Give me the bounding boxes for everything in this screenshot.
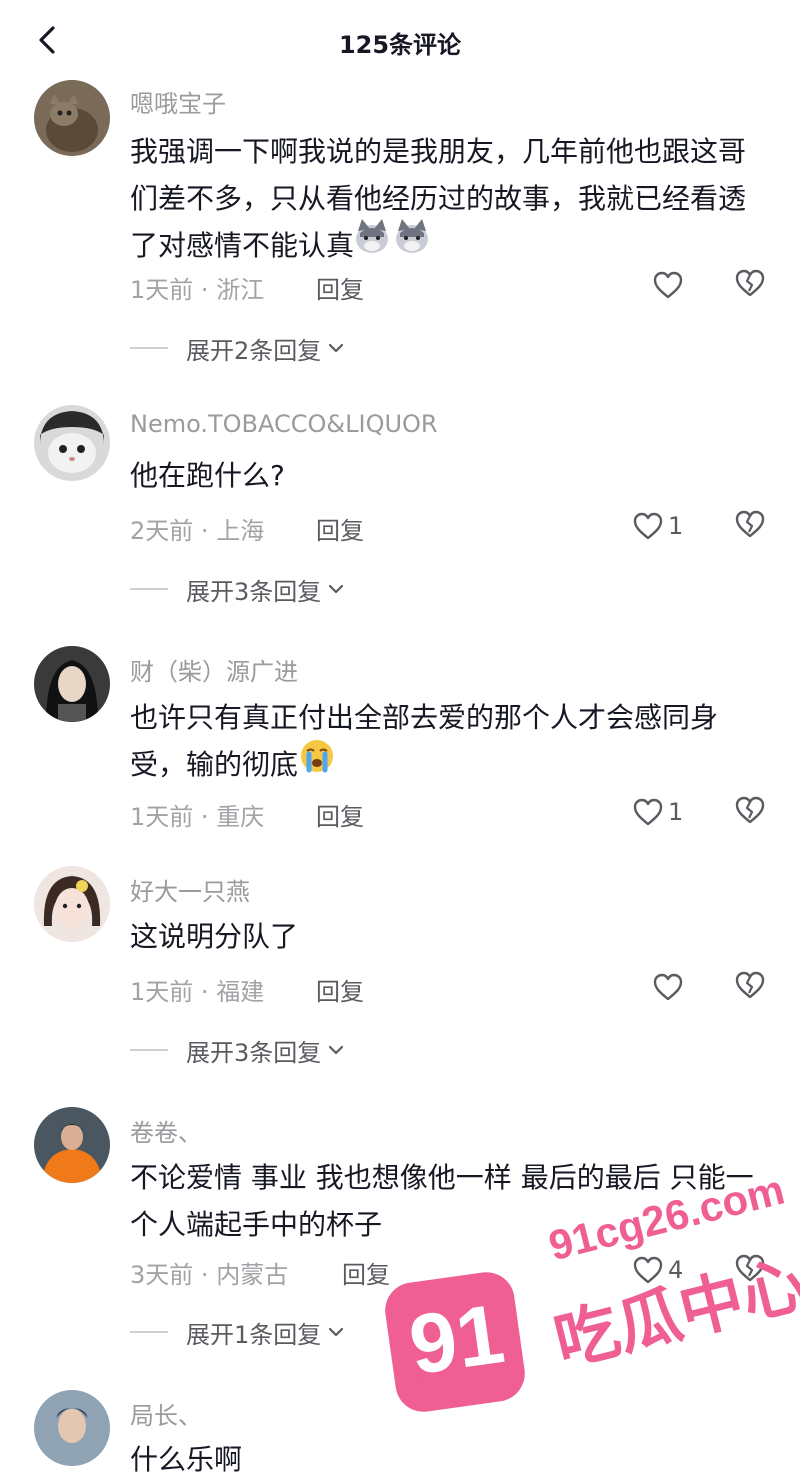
like-count: 1	[668, 512, 684, 540]
time: 3天前	[130, 1261, 194, 1289]
comment-body: 也许只有真正付出全部去爱的那个人才会感同身受，输的彻底	[130, 701, 719, 781]
comment-text: 我强调一下啊我说的是我朋友，几年前他也跟这哥们差不多，只从看他经历过的故事，我就…	[130, 128, 770, 269]
avatar[interactable]	[34, 80, 110, 156]
chevron-down-icon	[329, 1327, 344, 1337]
username[interactable]: 好大一只燕	[130, 872, 250, 907]
time: 1天前	[130, 803, 194, 831]
dislike-button[interactable]	[734, 509, 768, 543]
comment-body: 我强调一下啊我说的是我朋友，几年前他也跟这哥们差不多，只从看他经历过的故事，我就…	[130, 135, 747, 262]
heart-outline-icon	[653, 973, 683, 1001]
like-button[interactable]	[652, 268, 688, 302]
avatar[interactable]	[34, 1107, 110, 1183]
username[interactable]: Nemo.TOBACCO&LIQUOR	[130, 410, 438, 438]
chevron-down-icon	[329, 584, 344, 594]
username[interactable]: 财（柴）源广进	[130, 652, 298, 687]
username[interactable]: 嗯哦宝子	[130, 84, 226, 119]
comment-text: 也许只有真正付出全部去爱的那个人才会感同身受，输的彻底	[130, 694, 770, 788]
chevron-down-icon	[329, 343, 344, 353]
avatar[interactable]	[34, 1390, 110, 1466]
reply-button[interactable]: 回复	[316, 511, 364, 546]
expand-replies[interactable]: 展开1条回复	[130, 1315, 347, 1349]
expand-replies-label: 展开3条回复	[186, 577, 322, 606]
like-button[interactable]: 1	[632, 509, 683, 543]
expand-replies[interactable]: 展开3条回复	[130, 572, 347, 606]
comment-meta: 1天前 · 重庆	[130, 797, 264, 832]
avatar[interactable]	[34, 405, 110, 481]
comment-meta: 2天前 · 上海	[130, 511, 264, 546]
comment-meta: 1天前 · 福建	[130, 972, 264, 1007]
broken-heart-icon	[735, 796, 765, 824]
location: 浙江	[216, 276, 265, 304]
expand-replies-label: 展开3条回复	[186, 1038, 322, 1067]
expand-replies-label: 展开2条回复	[186, 336, 322, 365]
comment-count-title: 125条评论	[338, 31, 462, 59]
dislike-button[interactable]	[734, 268, 768, 302]
comment-text: 这说明分队了	[130, 913, 770, 960]
broken-heart-icon	[735, 971, 765, 999]
expand-replies-label: 展开1条回复	[186, 1320, 322, 1349]
comment-meta: 3天前 · 内蒙古	[130, 1255, 288, 1290]
heart-outline-icon	[633, 512, 663, 540]
expand-replies[interactable]: 展开2条回复	[130, 331, 347, 365]
comment-text: 他在跑什么?	[130, 452, 770, 499]
meta-separator: ·	[200, 1261, 209, 1289]
username[interactable]: 局长、	[130, 1396, 202, 1431]
broken-heart-icon	[735, 269, 765, 297]
chevron-down-icon	[329, 1045, 344, 1055]
meta-separator: ·	[200, 276, 209, 304]
comment-text: 什么乐啊	[130, 1436, 770, 1483]
reply-button[interactable]: 回复	[316, 270, 364, 305]
like-button[interactable]	[652, 970, 688, 1004]
meta-separator: ·	[200, 978, 209, 1006]
reply-button[interactable]: 回复	[342, 1255, 390, 1290]
comment-body: 这说明分队了	[130, 920, 299, 953]
watermark-badge-number: 91	[403, 1285, 510, 1393]
expand-replies[interactable]: 展开3条回复	[130, 1033, 347, 1067]
meta-separator: ·	[200, 803, 209, 831]
top-bar: 125条评论	[0, 0, 800, 80]
crying-face-emoji	[298, 738, 336, 788]
divider-line	[130, 1049, 168, 1051]
location: 内蒙古	[216, 1261, 289, 1289]
location: 福建	[216, 978, 265, 1006]
like-button[interactable]: 1	[632, 795, 683, 829]
divider-line	[130, 347, 168, 349]
avatar[interactable]	[34, 646, 110, 722]
heart-outline-icon	[653, 271, 683, 299]
heart-outline-icon	[633, 798, 663, 826]
reply-button[interactable]: 回复	[316, 797, 364, 832]
reply-button[interactable]: 回复	[316, 972, 364, 1007]
meta-separator: ·	[200, 517, 209, 545]
username[interactable]: 卷卷、	[130, 1113, 202, 1148]
time: 2天前	[130, 517, 194, 545]
time: 1天前	[130, 978, 194, 1006]
avatar[interactable]	[34, 866, 110, 942]
like-count: 1	[668, 798, 684, 826]
divider-line	[130, 1331, 168, 1333]
comment-body: 他在跑什么?	[130, 459, 285, 492]
dislike-button[interactable]	[734, 795, 768, 829]
location: 重庆	[216, 803, 265, 831]
dog-face-emoji	[354, 219, 430, 269]
dislike-button[interactable]	[734, 970, 768, 1004]
location: 上海	[216, 517, 265, 545]
comment-meta: 1天前 · 浙江	[130, 270, 264, 305]
divider-line	[130, 588, 168, 590]
time: 1天前	[130, 276, 194, 304]
broken-heart-icon	[735, 510, 765, 538]
watermark-logo: 91 91cg26.com 吃瓜中心	[381, 1166, 800, 1425]
comment-body: 什么乐啊	[130, 1443, 243, 1476]
